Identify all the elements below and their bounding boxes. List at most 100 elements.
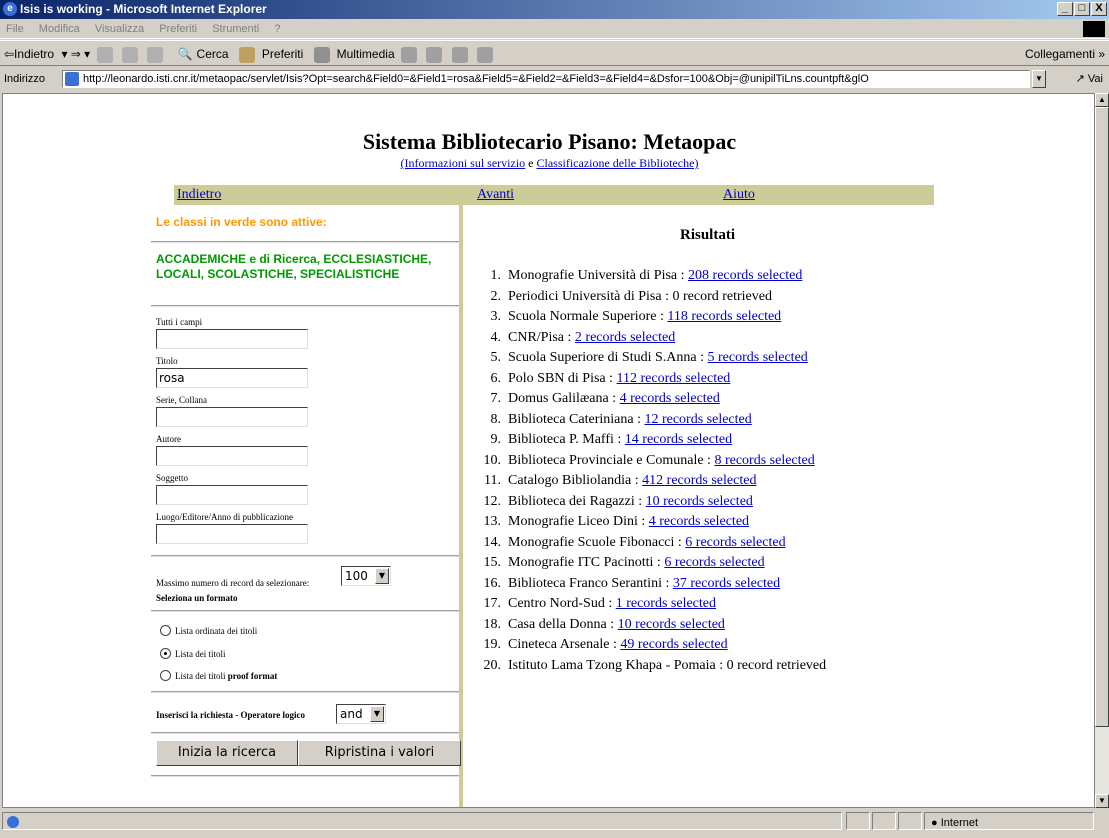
multimedia-label: Multimedia [336,47,395,61]
item-number: 2. [490,288,502,304]
divider [151,305,459,307]
records-link[interactable]: 49 records selected [620,637,727,652]
address-dropdown-button[interactable]: ▼ [1032,70,1046,88]
records-link[interactable]: 8 records selected [714,453,814,468]
records-link[interactable]: 10 records selected [646,494,753,509]
print-icon[interactable] [451,46,468,63]
field-label-series: Serie, Collana [156,395,207,405]
info-link[interactable]: (Informazioni sul servizio [401,156,526,170]
library-name: Biblioteca Cateriniana : [508,411,641,427]
subtitle-and: e [528,156,534,170]
nav-forward-link[interactable]: Avanti [477,185,514,205]
field-label-subject: Soggetto [156,473,189,483]
multimedia-button[interactable]: Multimedia [311,46,395,63]
maximize-button[interactable]: □ [1074,2,1090,16]
home-icon[interactable] [147,46,164,63]
records-link[interactable]: 118 records selected [667,309,781,324]
radio-button[interactable] [160,625,171,636]
place-publisher-year-input[interactable] [156,524,308,544]
library-name: Periodici Università di Pisa : 0 record … [508,288,772,304]
stop-icon[interactable] [96,46,113,63]
minimize-button[interactable]: _ [1057,2,1073,16]
history-icon[interactable] [400,46,417,63]
item-number: 14. [483,534,502,550]
records-link[interactable]: 1 records selected [616,596,716,611]
scroll-down-icon[interactable]: ▼ [1095,794,1109,808]
nav-help-link[interactable]: Aiuto [723,185,755,205]
records-link[interactable]: 4 records selected [620,391,720,406]
list-item: 2. Periodici Università di Pisa : 0 recor… [473,287,826,308]
item-number: 13. [483,514,502,529]
close-button[interactable]: X [1091,2,1107,16]
title-input[interactable]: rosa [156,368,308,388]
go-button[interactable]: ↗ Vai [1076,67,1103,91]
subject-input[interactable] [156,485,308,505]
search-form: Le classi in verde sono attive: ACCADEMI… [151,205,463,807]
library-name: Monografie Liceo Dini : [508,514,646,529]
records-link[interactable]: 10 records selected [618,617,725,632]
list-item: 20. Istituto Lama Tzong Khapa - Pomaia : … [473,656,827,677]
records-link[interactable]: 5 records selected [708,350,808,365]
menu-preferiti[interactable]: Preferiti [159,23,197,35]
records-link[interactable]: 412 records selected [642,473,756,488]
format-option-proof[interactable]: Lista dei titoli proof format [160,670,277,681]
records-link[interactable]: 2 records selected [575,330,675,345]
item-number: 12. [483,493,502,509]
menu-strumenti[interactable]: Strumenti [212,23,259,35]
operator-label: Inserisci la richiesta - Operatore logic… [156,710,306,720]
radio-button[interactable] [160,670,171,681]
radio-button-selected[interactable] [160,648,171,659]
messenger-icon[interactable] [477,46,493,63]
series-input[interactable] [156,407,308,427]
item-number: 6. [490,370,502,386]
records-link[interactable]: 37 records selected [673,576,780,591]
list-item: 4. CNR/Pisa : 2 records selected [473,328,826,349]
records-link[interactable]: 6 records selected [685,535,785,550]
search-label: Cerca [196,47,229,61]
classification-link[interactable]: Classificazione delle Biblioteche) [537,156,699,170]
mail-icon[interactable] [426,46,443,63]
records-link[interactable]: 112 records selected [617,371,731,386]
list-item: 7. Domus Galilæana : 4 records selected [473,389,826,410]
max-records-value: 100 [345,569,368,583]
scroll-up-icon[interactable]: ▲ [1095,93,1109,107]
records-link[interactable]: 4 records selected [649,514,749,529]
list-item: 9. Biblioteca P. Maffi : 14 records selec… [473,430,826,451]
nav-bar: Indietro Avanti Aiuto [174,185,934,205]
reset-button[interactable]: Ripristina i valori [298,740,461,766]
vertical-scrollbar[interactable]: ▲ ▼ [1095,93,1109,808]
all-fields-input[interactable] [156,329,308,349]
refresh-icon[interactable] [121,46,138,63]
status-cell [872,812,896,830]
format-option-ordered[interactable]: Lista ordinata dei titoli [160,625,257,636]
status-cell [898,812,922,830]
back-button[interactable]: ⇦Indietro [4,47,54,61]
favorites-label: Preferiti [261,47,304,61]
nav-back-link[interactable]: Indietro [177,185,221,205]
subtitle-links: (Informazioni sul servizio e Classificaz… [3,156,1094,171]
records-link[interactable]: 6 records selected [664,555,764,570]
favorites-button[interactable]: Preferiti [236,46,304,63]
operator-value: and [340,707,363,721]
links-button[interactable]: Collegamenti » [1025,41,1105,67]
active-classes-list: ACCADEMICHE e di Ricerca, ECCLESIASTICHE… [156,252,432,281]
max-records-select[interactable]: 100 ▼ [341,566,391,586]
search-submit-button[interactable]: Inizia la ricerca [156,740,298,766]
menu-help[interactable]: ? [274,23,280,35]
library-name: Catalogo Bibliolandia : [508,473,639,488]
menu-file[interactable]: File [6,23,24,35]
records-link[interactable]: 14 records selected [625,432,732,447]
format-option-list[interactable]: Lista dei titoli [160,648,226,659]
records-link[interactable]: 208 records selected [688,268,802,283]
forward-arrow-icon[interactable]: ▾ ⇒ ▾ [61,47,90,61]
list-item: 11. Catalogo Bibliolandia : 412 records s… [473,471,826,492]
records-link[interactable]: 12 records selected [644,412,751,427]
author-input[interactable] [156,446,308,466]
menu-visualizza[interactable]: Visualizza [95,23,144,35]
search-button[interactable]: 🔍 Cerca [174,47,229,61]
address-input[interactable]: http://leonardo.isti.cnr.it/metaopac/ser… [62,70,1030,88]
operator-select[interactable]: and ▼ [336,704,386,724]
menu-modifica[interactable]: Modifica [39,23,80,35]
library-name: Centro Nord-Sud : [508,596,613,611]
scroll-thumb[interactable] [1095,107,1109,727]
